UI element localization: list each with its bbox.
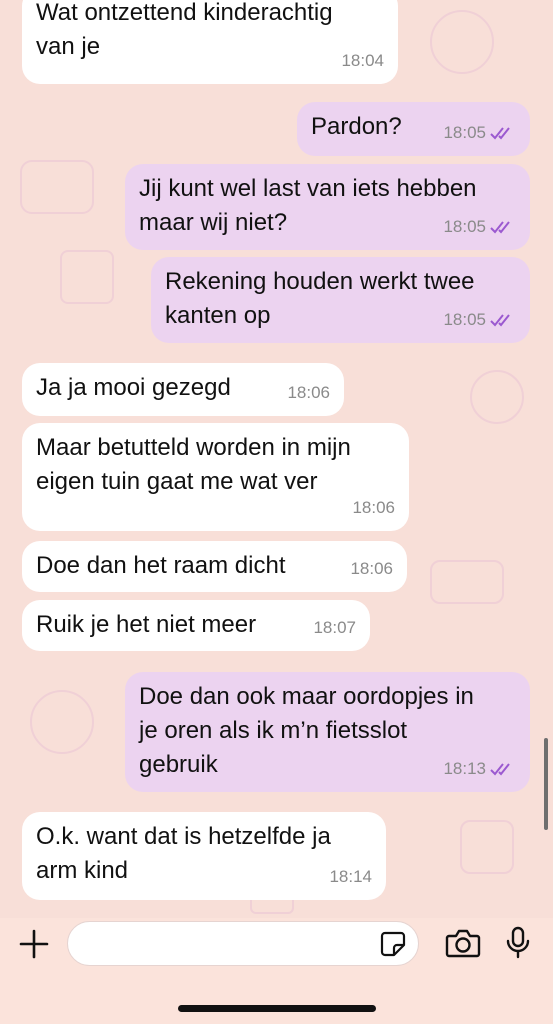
doodle-shape [430, 560, 504, 604]
read-ticks-icon [490, 763, 510, 776]
home-indicator [178, 1005, 376, 1012]
message-time: 18:05 [443, 217, 486, 236]
message-time: 18:05 [443, 310, 486, 329]
message-time: 18:14 [329, 867, 372, 886]
doodle-shape [470, 370, 524, 424]
message-bubble-incoming[interactable]: O.k. want dat is hetzelfde ja arm kind 1… [22, 812, 386, 900]
doodle-shape [60, 250, 114, 304]
read-ticks-icon [490, 314, 510, 327]
read-ticks-icon [490, 127, 510, 140]
microphone-icon[interactable] [505, 926, 531, 960]
message-time: 18:06 [352, 498, 395, 517]
chat-background: Wat ontzettend kinderachtig van je 18:04… [0, 0, 553, 918]
message-time: 18:05 [443, 123, 486, 142]
message-time: 18:07 [313, 618, 356, 637]
message-bubble-outgoing[interactable]: Pardon? 18:05 [297, 102, 530, 156]
camera-icon[interactable] [445, 927, 481, 959]
message-time: 18:06 [287, 383, 330, 402]
message-text: Doe dan het raam dicht [36, 552, 286, 579]
message-input[interactable] [67, 921, 419, 966]
message-time: 18:13 [443, 759, 486, 778]
message-bubble-incoming[interactable]: Wat ontzettend kinderachtig van je 18:04 [22, 0, 398, 84]
message-text: Wat ontzettend kinderachtig van je [36, 0, 333, 60]
message-bubble-incoming[interactable]: Maar betutteld worden in mijn eigen tuin… [22, 423, 409, 531]
message-bubble-outgoing[interactable]: Jij kunt wel last van iets hebben maar w… [125, 164, 530, 250]
doodle-shape [20, 160, 94, 214]
doodle-shape [430, 10, 494, 74]
message-bubble-outgoing[interactable]: Doe dan ook maar oordopjes in je oren al… [125, 672, 530, 792]
doodle-shape [460, 820, 514, 874]
message-bubble-incoming[interactable]: Ja ja mooi gezegd 18:06 [22, 363, 344, 416]
message-text: Maar betutteld worden in mijn eigen tuin… [36, 434, 351, 495]
message-text: Ruik je het niet meer [36, 611, 257, 638]
plus-icon[interactable] [18, 928, 50, 960]
message-time: 18:04 [341, 51, 384, 70]
doodle-shape [30, 690, 94, 754]
message-time: 18:06 [350, 559, 393, 578]
message-text: Ja ja mooi gezegd [36, 374, 231, 401]
scrollbar[interactable] [544, 738, 548, 830]
message-bubble-outgoing[interactable]: Rekening houden werkt twee kanten op 18:… [151, 257, 530, 343]
message-bubble-incoming[interactable]: Ruik je het niet meer 18:07 [22, 600, 370, 651]
message-text: O.k. want dat is hetzelfde ja arm kind [36, 823, 331, 884]
message-bubble-incoming[interactable]: Doe dan het raam dicht 18:06 [22, 541, 407, 592]
sticker-icon[interactable] [380, 931, 406, 957]
read-ticks-icon [490, 221, 510, 234]
